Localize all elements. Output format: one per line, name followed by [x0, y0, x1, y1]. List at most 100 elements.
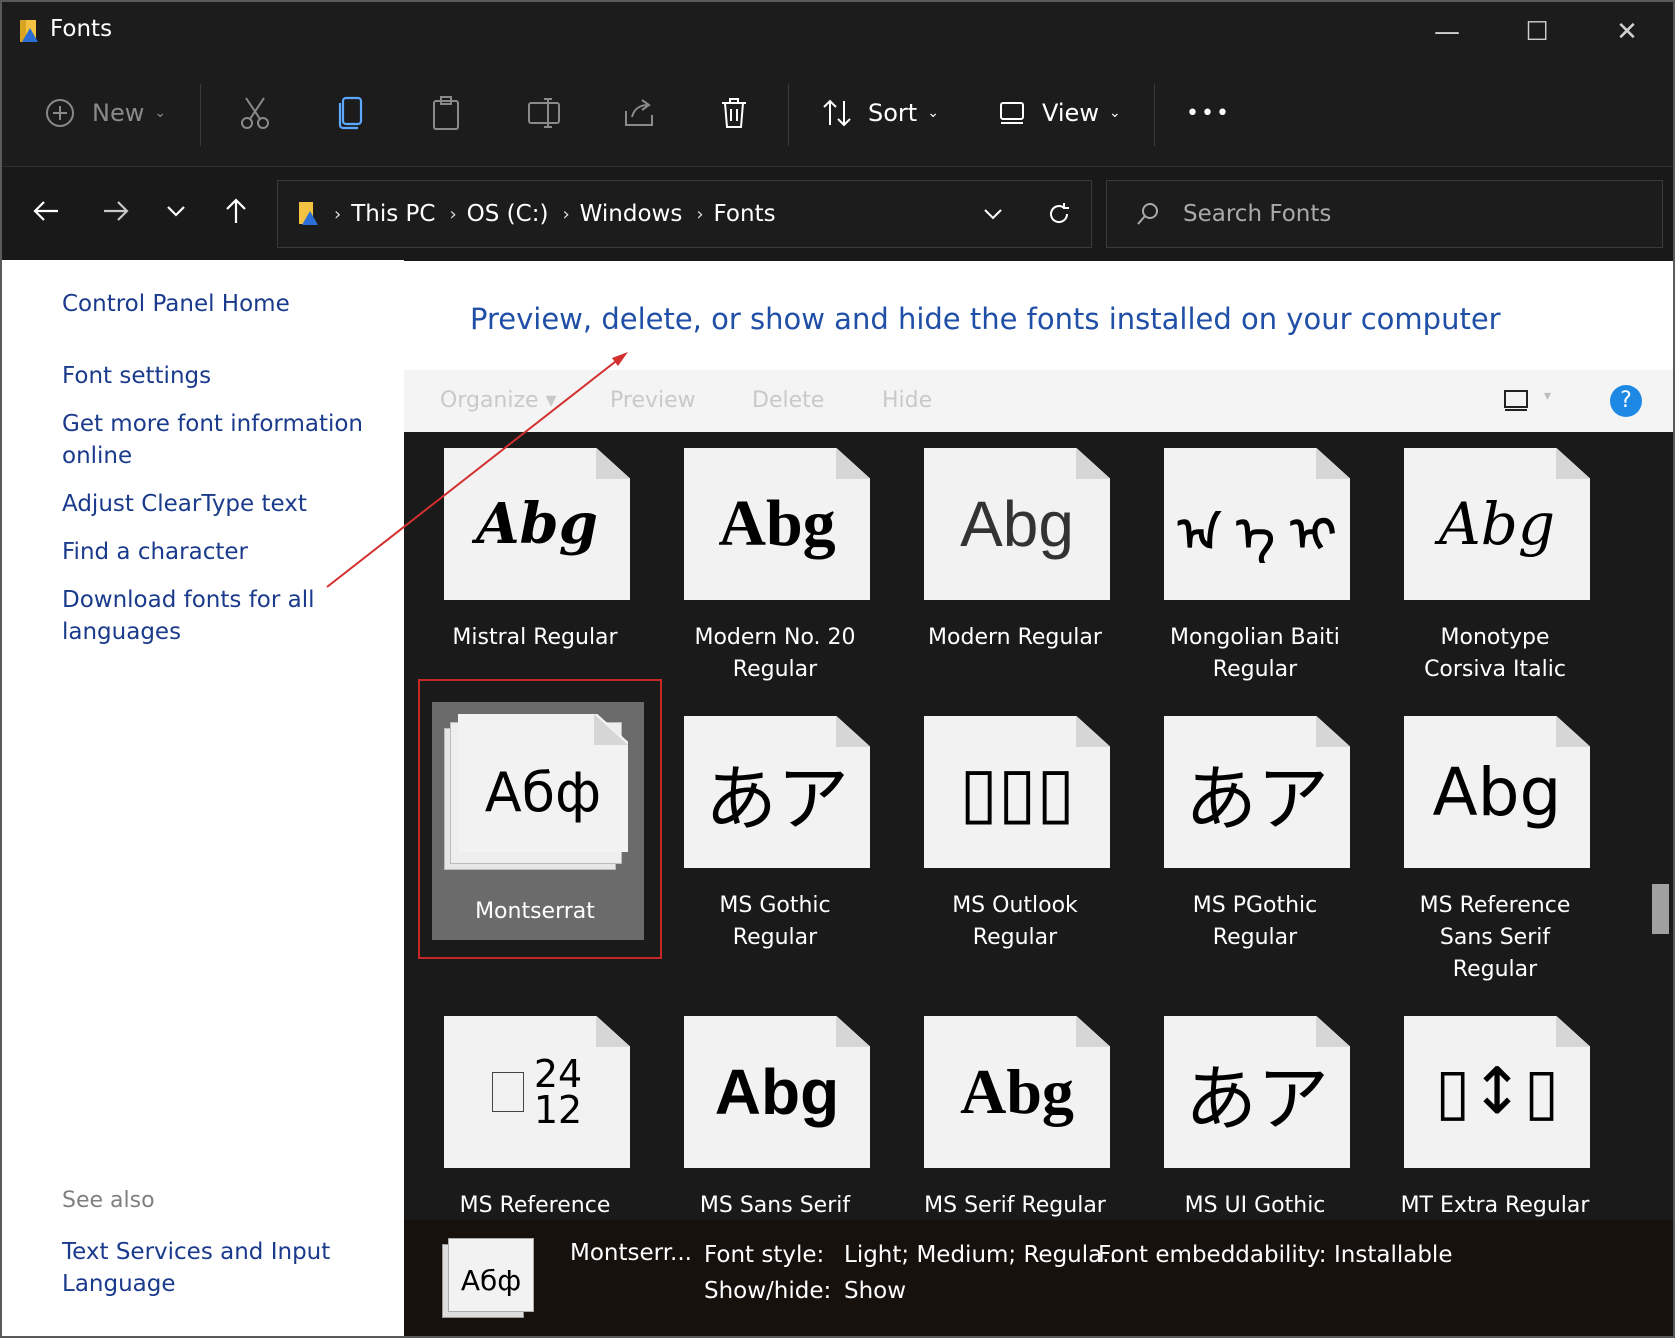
font-file-icon: Abg — [444, 448, 630, 600]
breadcrumb-fonts[interactable]: Fonts — [714, 201, 776, 227]
hide-button[interactable]: Hide — [882, 388, 932, 413]
font-file-icon: Abg — [924, 448, 1110, 600]
help-button[interactable]: ? — [1610, 385, 1642, 417]
share-icon — [625, 99, 653, 126]
view-button[interactable]: View ⌄ — [998, 88, 1121, 138]
address-dropdown-icon[interactable] — [983, 207, 1003, 221]
breadcrumb-windows[interactable]: Windows — [580, 201, 683, 227]
see-also-heading: See also — [62, 1188, 155, 1213]
font-preview: Abg — [960, 1056, 1074, 1127]
view-options-icon[interactable] — [1502, 388, 1530, 414]
maximize-button[interactable]: ☐ — [1502, 10, 1572, 54]
refresh-icon[interactable] — [1046, 201, 1072, 227]
font-name: MS Reference — [459, 1193, 611, 1218]
font-file-icon: Abg — [1404, 448, 1590, 600]
font-preview: ᠠ ᠡ ᠢ — [1177, 507, 1337, 561]
forward-button[interactable] — [96, 189, 136, 233]
view-label: View — [1042, 99, 1099, 127]
link-adjust-cleartype[interactable]: Adjust ClearType text — [62, 488, 307, 520]
font-file-icon: ▯▯▯ — [924, 716, 1110, 868]
font-name: Modern No. 20 Regular — [694, 625, 856, 682]
copy-button[interactable] — [336, 88, 366, 138]
sort-label: Sort — [868, 99, 918, 127]
organize-bar: Organize ▾ Preview Delete Hide ▾ ? — [404, 370, 1673, 432]
chevron-down-icon: ⌄ — [1108, 105, 1121, 121]
font-preview: ▯▯▯ — [959, 751, 1075, 833]
details-showhide-label: Show/hide: — [704, 1278, 832, 1304]
minimize-button[interactable]: — — [1412, 10, 1482, 54]
font-preview: Abg — [476, 491, 598, 557]
breadcrumb-separator: › — [334, 203, 342, 225]
new-button[interactable]: New ⌄ — [44, 88, 166, 138]
font-preview: Abg — [1438, 490, 1556, 558]
chevron-down-icon: ⌄ — [927, 105, 939, 121]
close-button[interactable]: ✕ — [1592, 10, 1662, 54]
font-file-icon: Abg — [924, 1016, 1110, 1168]
font-file-icon: Abg — [684, 448, 870, 600]
page-heading: Preview, delete, or show and hide the fo… — [470, 302, 1501, 336]
link-control-panel-home[interactable]: Control Panel Home — [62, 288, 290, 320]
font-name: Modern Regular — [928, 625, 1102, 650]
font-file-icon: Abg — [1404, 716, 1590, 868]
scissors-icon — [241, 97, 269, 129]
view-icon — [1000, 102, 1024, 124]
sort-icon — [823, 99, 851, 127]
font-preview: あア — [1184, 756, 1329, 841]
font-name: Montserrat — [475, 899, 595, 924]
font-file-icon: あア — [1164, 716, 1350, 868]
font-preview: Abg — [714, 1056, 840, 1128]
delete-font-button[interactable]: Delete — [752, 388, 824, 413]
paste-button[interactable] — [430, 88, 462, 138]
search-box[interactable]: Search Fonts — [1106, 180, 1663, 248]
font-preview: ▯↕▯ — [1434, 1055, 1560, 1129]
back-button[interactable] — [26, 189, 66, 233]
plus-circle-icon — [46, 99, 74, 127]
cut-button[interactable] — [238, 88, 272, 138]
link-find-character[interactable]: Find a character — [62, 536, 248, 568]
more-options-button[interactable]: ••• — [1186, 88, 1231, 138]
font-file-icon: あア — [684, 716, 870, 868]
font-name: MT Extra Regular — [1400, 1193, 1590, 1218]
font-name: MS Gothic Regular — [719, 893, 831, 950]
link-line: Get more font information — [62, 411, 364, 437]
font-preview: Абф — [484, 760, 602, 824]
link-line: Text Services and Input — [62, 1239, 331, 1265]
link-text-services[interactable]: Text Services and Input Language — [62, 1236, 330, 1300]
font-name: MS PGothic Regular — [1192, 893, 1318, 950]
arrow-right-icon — [104, 201, 129, 221]
folder-fonts-icon — [20, 20, 38, 42]
font-name: MS UI Gothic — [1184, 1193, 1326, 1218]
preview-button[interactable]: Preview — [610, 388, 696, 413]
font-file-icon: Abg — [684, 1016, 870, 1168]
organize-button[interactable]: Organize ▾ — [440, 388, 557, 413]
scrollbar-thumb[interactable] — [1652, 884, 1669, 934]
breadcrumb-this-pc[interactable]: This PC — [351, 201, 435, 227]
details-thumbnail: Абф — [442, 1234, 538, 1318]
font-preview: 24 12 — [444, 1016, 630, 1168]
divider — [200, 84, 201, 146]
copy-icon — [338, 96, 363, 130]
arrow-up-icon — [226, 198, 246, 223]
address-box[interactable]: › This PC › OS (C:) › Windows › Fonts — [277, 180, 1092, 248]
scrollbar-track[interactable] — [1646, 432, 1673, 1220]
command-bar: New ⌄ Sort ⌄ View ⌄ ••• — [2, 64, 1673, 166]
link-font-settings[interactable]: Font settings — [62, 360, 211, 392]
font-name: Mistral Regular — [452, 625, 618, 650]
share-button[interactable] — [622, 88, 656, 138]
breadcrumb-os-c[interactable]: OS (C:) — [467, 201, 549, 227]
chevron-down-icon — [167, 206, 185, 217]
link-download-fonts[interactable]: Download fonts for all languages — [62, 584, 315, 648]
trash-icon — [722, 98, 746, 128]
rename-button[interactable] — [526, 88, 562, 138]
up-button[interactable] — [216, 189, 256, 233]
chevron-down-icon[interactable]: ▾ — [1544, 388, 1551, 404]
font-preview: Abg — [960, 488, 1074, 560]
font-preview: あア — [704, 756, 849, 841]
recent-locations-button[interactable] — [156, 189, 196, 233]
details-font-style-value: Light; Medium; Regula... — [844, 1242, 1125, 1268]
delete-button[interactable] — [718, 88, 750, 138]
address-bar-row: › This PC › OS (C:) › Windows › Fonts Se… — [2, 166, 1673, 261]
sort-button[interactable]: Sort ⌄ — [820, 88, 939, 138]
search-icon — [1137, 203, 1158, 225]
link-get-more-font-info[interactable]: Get more font information online — [62, 408, 363, 472]
